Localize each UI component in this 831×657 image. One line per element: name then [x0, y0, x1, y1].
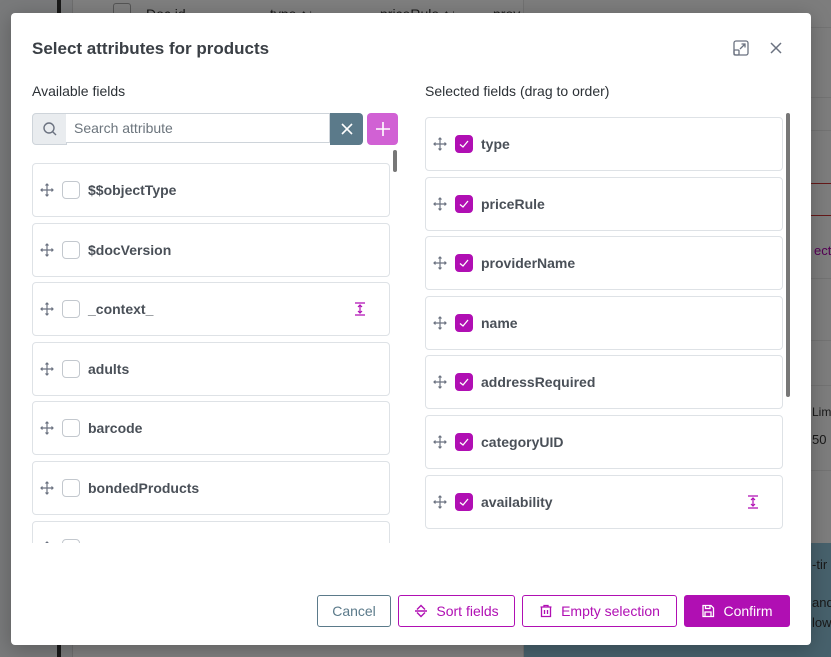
field-name: bundles — [88, 540, 142, 543]
trash-icon — [540, 604, 552, 618]
field-item[interactable]: bondedProducts — [32, 460, 390, 515]
field-checkbox[interactable] — [455, 373, 473, 392]
field-name: availability — [481, 493, 553, 510]
field-item[interactable]: bundles — [32, 520, 390, 543]
field-checkbox[interactable] — [62, 419, 80, 438]
sort-icon — [415, 604, 428, 618]
close-icon — [340, 123, 353, 135]
field-name: _context_ — [88, 301, 154, 318]
move-icon[interactable] — [433, 315, 447, 330]
confirm-button[interactable]: Confirm — [684, 595, 790, 627]
field-item[interactable]: addressRequired — [425, 355, 783, 410]
field-item[interactable]: barcode — [32, 401, 390, 456]
empty-selection-label: Empty selection — [561, 603, 660, 619]
check-icon — [459, 378, 469, 387]
field-name: adults — [88, 360, 130, 377]
expand-icon[interactable] — [732, 39, 750, 57]
field-item[interactable]: type — [425, 117, 783, 171]
empty-selection-button[interactable]: Empty selection — [522, 595, 677, 627]
field-checkbox[interactable] — [455, 313, 473, 332]
close-icon[interactable] — [767, 39, 785, 57]
check-icon — [459, 319, 469, 327]
add-attribute-button[interactable] — [367, 113, 398, 145]
field-name: categoryUID — [481, 433, 564, 450]
move-icon[interactable] — [433, 256, 447, 271]
field-checkbox[interactable] — [455, 135, 473, 153]
field-name: $docVersion — [88, 241, 172, 258]
check-icon — [459, 200, 469, 208]
modal-title: Select attributes for products — [32, 39, 270, 58]
field-item[interactable]: priceRule — [425, 176, 783, 231]
confirm-label: Confirm — [723, 603, 773, 619]
save-icon — [702, 604, 715, 618]
field-checkbox[interactable] — [62, 300, 80, 319]
field-checkbox[interactable] — [62, 538, 80, 543]
expand-vertical-icon[interactable] — [747, 494, 759, 509]
move-icon[interactable] — [433, 435, 447, 449]
field-checkbox[interactable] — [455, 194, 473, 213]
expand-vertical-icon[interactable] — [354, 302, 366, 316]
sort-fields-button[interactable]: Sort fields — [398, 595, 515, 627]
field-checkbox[interactable] — [62, 240, 80, 259]
field-checkbox[interactable] — [62, 478, 80, 497]
move-icon[interactable] — [433, 137, 447, 151]
field-item[interactable]: $docVersion — [32, 222, 390, 277]
field-checkbox[interactable] — [62, 181, 80, 199]
field-name: providerName — [481, 255, 576, 272]
move-icon[interactable] — [40, 540, 54, 543]
field-item[interactable]: providerName — [425, 236, 783, 291]
move-icon[interactable] — [433, 494, 447, 509]
selected-fields-list: type priceRule providerName name address… — [425, 117, 785, 529]
check-icon — [459, 438, 469, 446]
available-fields-label: Available fields — [32, 83, 126, 99]
move-icon[interactable] — [433, 196, 447, 211]
field-item[interactable]: adults — [32, 341, 390, 396]
clear-search-button[interactable] — [330, 113, 363, 145]
search-icon — [32, 113, 67, 145]
search-group — [32, 113, 398, 145]
move-icon[interactable] — [40, 361, 54, 376]
field-item[interactable]: $$objectType — [32, 163, 390, 217]
field-item[interactable]: _context_ — [32, 282, 390, 337]
move-icon[interactable] — [40, 302, 54, 317]
field-name: $$objectType — [88, 182, 177, 198]
field-checkbox[interactable] — [455, 254, 473, 273]
selected-list-scrollbar[interactable] — [786, 113, 790, 397]
selected-fields-label: Selected fields (drag to order) — [425, 83, 610, 99]
move-icon[interactable] — [433, 375, 447, 390]
field-name: name — [481, 314, 518, 331]
check-icon — [459, 498, 469, 506]
field-name: barcode — [88, 420, 143, 437]
plus-icon — [375, 122, 390, 136]
cancel-label: Cancel — [332, 603, 376, 619]
move-icon[interactable] — [40, 421, 54, 436]
field-name: addressRequired — [481, 374, 596, 391]
cancel-button[interactable]: Cancel — [317, 595, 391, 627]
move-icon[interactable] — [40, 481, 54, 495]
field-name: bondedProducts — [88, 479, 200, 496]
available-list-scrollbar[interactable] — [393, 150, 397, 172]
field-item[interactable]: name — [425, 295, 783, 350]
field-item[interactable]: availability — [425, 474, 783, 529]
check-icon — [459, 259, 469, 268]
move-icon[interactable] — [40, 183, 54, 197]
field-item[interactable]: categoryUID — [425, 414, 783, 469]
field-checkbox[interactable] — [455, 492, 473, 511]
select-attributes-modal: Select attributes for products Available… — [11, 13, 811, 645]
move-icon[interactable] — [40, 242, 54, 257]
available-fields-list: $$objectType $docVersion _context_ adult… — [32, 163, 392, 543]
field-name: priceRule — [481, 195, 545, 212]
search-attribute-input[interactable] — [66, 113, 330, 143]
field-name: type — [481, 136, 510, 152]
sort-fields-label: Sort fields — [436, 603, 499, 619]
check-icon — [459, 140, 469, 148]
field-checkbox[interactable] — [62, 359, 80, 378]
field-checkbox[interactable] — [455, 432, 473, 451]
